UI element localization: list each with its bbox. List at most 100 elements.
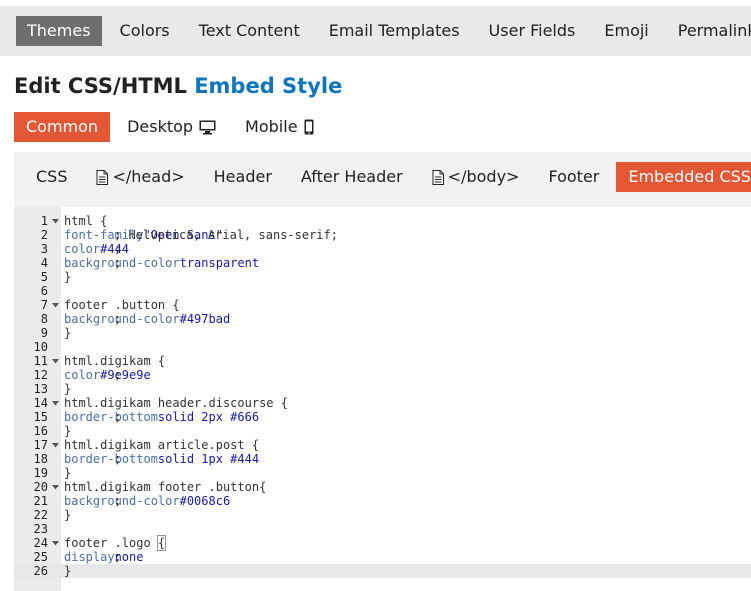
code-token: display bbox=[64, 550, 115, 564]
code-token: , Helvetica, Arial, sans-serif; bbox=[114, 228, 338, 242]
target-selector: Common Desktop Mobile bbox=[14, 112, 331, 142]
code-token: html bbox=[64, 214, 101, 228]
code-line[interactable]: 25 display: none; bbox=[14, 550, 751, 564]
code-line[interactable]: 13} bbox=[14, 382, 751, 396]
code-token: } bbox=[64, 326, 72, 340]
desktop-icon bbox=[199, 120, 216, 135]
code-text: color: #444; bbox=[64, 242, 129, 256]
code-text: html { bbox=[64, 214, 107, 228]
code-line[interactable]: 8 background-color: #497bad; bbox=[14, 312, 751, 326]
code-line[interactable]: 22} bbox=[14, 508, 751, 522]
line-number: 20 bbox=[33, 480, 48, 494]
code-text: html.digikam { bbox=[64, 354, 165, 368]
line-number: 17 bbox=[33, 438, 48, 452]
code-token: } bbox=[64, 424, 72, 438]
code-line[interactable]: 7 footer .button { bbox=[14, 298, 751, 312]
code-token: border-bottom bbox=[64, 452, 158, 466]
fold-toggle-icon[interactable] bbox=[51, 298, 59, 312]
code-line[interactable]: 4 background-color: transparent; bbox=[14, 256, 751, 270]
tab-css-label: CSS bbox=[36, 167, 68, 186]
tab-embedded-css[interactable]: Embedded CSS bbox=[616, 162, 751, 192]
code-line[interactable]: 6 bbox=[14, 284, 751, 298]
code-line[interactable]: 12 color: #9e9e9e; bbox=[14, 368, 751, 382]
tab-css[interactable]: CSS bbox=[24, 162, 79, 192]
code-line[interactable]: 18 border-bottom: solid 1px #444; bbox=[14, 452, 751, 466]
fold-toggle-icon[interactable] bbox=[51, 354, 59, 368]
tab-body[interactable]: </body> bbox=[420, 162, 532, 192]
code-line[interactable]: 17 html.digikam article.post { bbox=[14, 438, 751, 452]
code-editor[interactable]: 1 html {2 font-family: "Open Sans", Helve… bbox=[14, 207, 751, 591]
line-number: 13 bbox=[33, 382, 48, 396]
tab-after-header[interactable]: After Header bbox=[289, 162, 415, 192]
page-title: Edit CSS/HTML Embed Style bbox=[14, 74, 342, 98]
code-text: } bbox=[64, 382, 71, 396]
line-number: 5 bbox=[40, 270, 48, 284]
fold-toggle-icon[interactable] bbox=[51, 396, 59, 410]
line-number: 2 bbox=[40, 228, 48, 242]
line-number: 6 bbox=[40, 284, 48, 298]
code-line[interactable]: 23 bbox=[14, 522, 751, 536]
code-text: background-color: #497bad; bbox=[64, 312, 230, 326]
code-token: html.digikam article.post bbox=[64, 438, 252, 452]
code-text: footer .logo { bbox=[64, 535, 167, 551]
code-line[interactable]: 1 html { bbox=[14, 214, 751, 228]
fold-toggle-icon[interactable] bbox=[51, 480, 59, 494]
code-line[interactable]: 2 font-family: "Open Sans", Helvetica, A… bbox=[14, 228, 751, 242]
line-number: 24 bbox=[33, 536, 48, 550]
line-number: 23 bbox=[33, 522, 48, 536]
line-number: 25 bbox=[33, 550, 48, 564]
code-token: } bbox=[64, 466, 72, 480]
code-line[interactable]: 20 html.digikam footer .button{ bbox=[14, 480, 751, 494]
code-line[interactable]: 26} bbox=[14, 564, 751, 578]
code-line[interactable]: 9} bbox=[14, 326, 751, 340]
top-nav-item-user-fields[interactable]: User Fields bbox=[478, 16, 587, 46]
code-token: #0068c6 bbox=[179, 494, 231, 508]
top-nav-item-permalinks[interactable]: Permalinks bbox=[667, 16, 751, 46]
code-token: } bbox=[64, 382, 72, 396]
code-text: html.digikam header.discourse { bbox=[64, 396, 288, 410]
mode-mobile-label: Mobile bbox=[245, 117, 298, 136]
document-icon bbox=[96, 169, 109, 185]
mode-common-button[interactable]: Common bbox=[14, 112, 111, 142]
line-number: 8 bbox=[40, 312, 48, 326]
code-token: solid 2px #666 bbox=[157, 410, 260, 424]
top-nav-item-email-templates[interactable]: Email Templates bbox=[318, 16, 471, 46]
mode-mobile-button[interactable]: Mobile bbox=[233, 112, 325, 142]
mode-desktop-button[interactable]: Desktop bbox=[115, 112, 228, 142]
fold-toggle-icon[interactable] bbox=[51, 536, 59, 550]
code-token: ; bbox=[114, 256, 122, 270]
code-line[interactable]: 21 background-color: #0068c6; bbox=[14, 494, 751, 508]
code-line[interactable]: 15 border-bottom: solid 2px #666; bbox=[14, 410, 751, 424]
code-line[interactable]: 24 footer .logo { bbox=[14, 535, 751, 551]
line-number: 12 bbox=[33, 368, 48, 382]
line-number: 15 bbox=[33, 410, 48, 424]
mobile-icon bbox=[304, 119, 314, 135]
fold-toggle-icon[interactable] bbox=[51, 438, 59, 452]
code-token: { bbox=[259, 480, 267, 494]
line-number: 18 bbox=[33, 452, 48, 466]
code-line[interactable]: 16} bbox=[14, 424, 751, 438]
code-line[interactable]: 10 bbox=[14, 340, 751, 354]
code-line[interactable]: 11 html.digikam { bbox=[14, 354, 751, 368]
code-token: ; bbox=[114, 410, 122, 424]
tab-header[interactable]: Header bbox=[202, 162, 284, 192]
top-nav-item-text-content[interactable]: Text Content bbox=[188, 16, 311, 46]
fold-toggle-icon[interactable] bbox=[51, 214, 59, 228]
tab-head[interactable]: </head> bbox=[84, 162, 196, 192]
code-token: color bbox=[64, 368, 101, 382]
code-line[interactable]: 5} bbox=[14, 270, 751, 284]
code-text: border-bottom: solid 2px #666; bbox=[64, 410, 259, 424]
top-nav-item-colors[interactable]: Colors bbox=[109, 16, 181, 46]
top-nav-item-emoji[interactable]: Emoji bbox=[593, 16, 659, 46]
tab-footer[interactable]: Footer bbox=[536, 162, 611, 192]
line-number: 7 bbox=[40, 298, 48, 312]
code-line[interactable]: 19} bbox=[14, 466, 751, 480]
code-text: } bbox=[64, 326, 71, 340]
code-text: } bbox=[64, 564, 71, 578]
code-line[interactable]: 3 color: #444; bbox=[14, 242, 751, 256]
code-text: border-bottom: solid 1px #444; bbox=[64, 452, 259, 466]
code-line[interactable]: 14 html.digikam header.discourse { bbox=[14, 396, 751, 410]
top-nav-item-themes[interactable]: Themes bbox=[16, 16, 102, 46]
code-token: footer .logo bbox=[64, 536, 158, 550]
code-token: ; bbox=[114, 494, 122, 508]
